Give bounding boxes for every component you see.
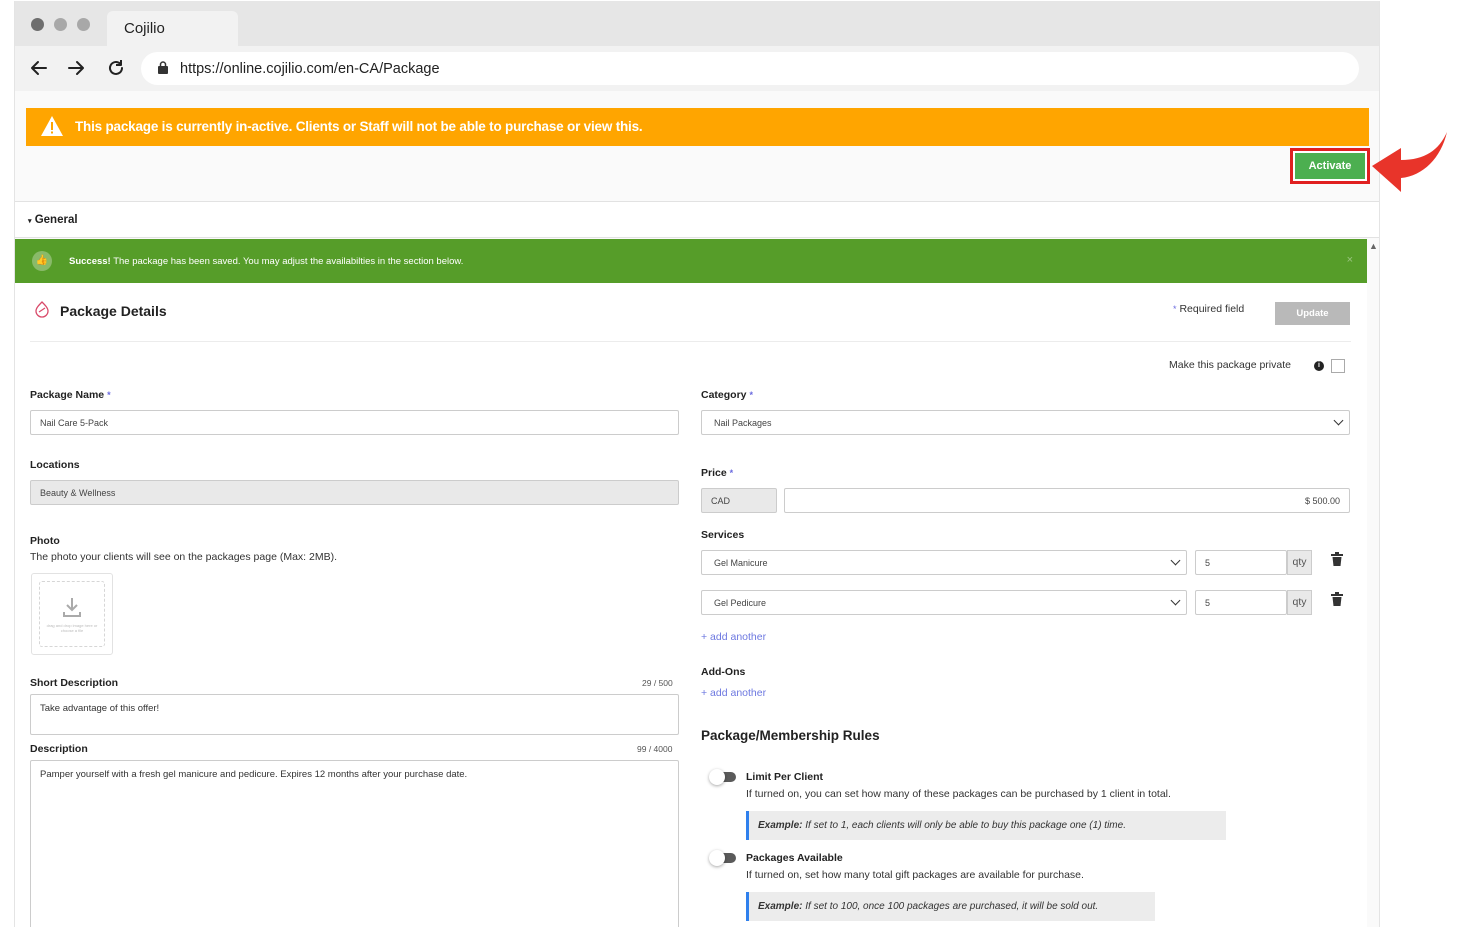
warning-icon bbox=[41, 116, 63, 136]
page-title: Package Details bbox=[60, 303, 167, 319]
back-arrow-icon[interactable] bbox=[30, 59, 48, 81]
package-name-input[interactable]: Nail Care 5-Pack bbox=[30, 410, 679, 435]
photo-drop-text: drag and drop image here or choose a fil… bbox=[46, 623, 98, 633]
success-strong: Success! bbox=[69, 256, 111, 267]
required-note-text: Required field bbox=[1179, 303, 1245, 315]
required-mark: * bbox=[749, 390, 753, 400]
title-bar: Cojilio bbox=[15, 1, 1379, 47]
category-label-text: Category bbox=[701, 389, 747, 401]
example-bold: Example: bbox=[758, 820, 803, 831]
success-alert: 👍 Success! The package has been saved. Y… bbox=[15, 239, 1367, 283]
photo-dropzone[interactable]: drag and drop image here or choose a fil… bbox=[39, 581, 105, 647]
thumbs-up-icon: 👍 bbox=[32, 251, 52, 271]
add-addon-link[interactable]: + add another bbox=[701, 687, 766, 699]
description-label: Description bbox=[30, 743, 88, 755]
description-textarea[interactable]: Pamper yourself with a fresh gel manicur… bbox=[30, 760, 679, 927]
inactive-warning-banner: This package is currently in-active. Cli… bbox=[26, 108, 1369, 146]
package-name-label: Package Name * bbox=[30, 389, 111, 401]
price-currency: CAD bbox=[701, 488, 777, 513]
category-value: Nail Packages bbox=[714, 418, 772, 428]
close-window-dot[interactable] bbox=[31, 18, 44, 31]
maximize-window-dot[interactable] bbox=[77, 18, 90, 31]
packages-available-description: If turned on, set how many total gift pa… bbox=[746, 869, 1084, 881]
packages-available-heading: Packages Available bbox=[746, 852, 843, 864]
success-text: The package has been saved. You may adju… bbox=[110, 256, 464, 267]
lock-icon bbox=[158, 61, 168, 74]
chevron-down-icon bbox=[1170, 595, 1181, 606]
scroll-up-arrow-icon[interactable]: ▲ bbox=[1369, 241, 1378, 251]
category-label: Category * bbox=[701, 389, 753, 401]
service-name: Gel Pedicure bbox=[714, 598, 767, 608]
short-description-textarea[interactable]: Take advantage of this offer! bbox=[30, 694, 679, 735]
collapse-caret-icon: ▾ bbox=[28, 218, 32, 225]
minimize-window-dot[interactable] bbox=[54, 18, 67, 31]
service-qty-input[interactable]: 5 bbox=[1195, 550, 1287, 575]
required-mark: * bbox=[1173, 304, 1177, 314]
success-message: Success! The package has been saved. You… bbox=[69, 256, 463, 267]
trash-icon[interactable] bbox=[1331, 592, 1343, 609]
forward-arrow-icon[interactable] bbox=[67, 59, 85, 81]
package-details-panel: Package Details * Required field Update … bbox=[15, 283, 1367, 927]
limit-per-client-example: Example: If set to 1, each clients will … bbox=[746, 811, 1226, 840]
red-pointer-arrow-icon bbox=[1372, 132, 1447, 192]
photo-upload-box[interactable]: drag and drop image here or choose a fil… bbox=[31, 573, 113, 655]
limit-per-client-description: If turned on, you can set how many of th… bbox=[746, 788, 1171, 800]
service-qty-input[interactable]: 5 bbox=[1195, 590, 1287, 615]
package-name-label-text: Package Name bbox=[30, 389, 105, 401]
limit-per-client-toggle[interactable] bbox=[709, 769, 736, 785]
required-mark: * bbox=[729, 468, 734, 478]
price-label: Price * bbox=[701, 467, 733, 479]
add-service-link[interactable]: + add another bbox=[701, 631, 766, 643]
photo-help-text: The photo your clients will see on the p… bbox=[30, 551, 337, 563]
service-select[interactable]: Gel Manicure bbox=[701, 550, 1187, 575]
chevron-down-icon bbox=[1170, 555, 1181, 566]
example-text: If set to 1, each clients will only be a… bbox=[802, 820, 1126, 831]
rules-title: Package/Membership Rules bbox=[701, 728, 880, 743]
short-description-counter: 29 / 500 bbox=[642, 678, 673, 688]
browser-window: Cojilio https://online.cojilio.com/en-CA… bbox=[14, 1, 1380, 927]
general-label: General bbox=[34, 214, 78, 226]
services-label: Services bbox=[701, 529, 745, 541]
limit-per-client-heading: Limit Per Client bbox=[746, 771, 824, 783]
upload-icon bbox=[63, 598, 81, 617]
update-button[interactable]: Update bbox=[1275, 302, 1350, 325]
info-icon[interactable]: i bbox=[1314, 361, 1324, 371]
browser-tab[interactable]: Cojilio bbox=[107, 11, 238, 47]
divider bbox=[30, 341, 1351, 342]
private-checkbox[interactable] bbox=[1331, 359, 1345, 373]
description-counter: 99 / 4000 bbox=[637, 744, 673, 754]
private-label: Make this package private bbox=[1169, 359, 1291, 371]
example-text: If set to 100, once 100 packages are pur… bbox=[802, 901, 1099, 912]
banner-text: This package is currently in-active. Cli… bbox=[75, 119, 643, 134]
url-text: https://online.cojilio.com/en-CA/Package bbox=[180, 61, 440, 77]
qty-addon: qty bbox=[1287, 550, 1312, 575]
required-mark: * bbox=[107, 390, 111, 400]
address-bar[interactable]: https://online.cojilio.com/en-CA/Package bbox=[141, 52, 1359, 85]
activate-button[interactable]: Activate bbox=[1295, 153, 1365, 179]
price-label-text: Price bbox=[701, 467, 727, 479]
general-section-toggle[interactable]: ▾ General bbox=[15, 201, 1379, 238]
reload-icon[interactable] bbox=[107, 59, 125, 81]
packages-available-example: Example: If set to 100, once 100 package… bbox=[746, 892, 1155, 921]
locations-label: Locations bbox=[30, 459, 80, 471]
example-bold: Example: bbox=[758, 901, 803, 912]
tab-title: Cojilio bbox=[124, 20, 165, 37]
trash-icon[interactable] bbox=[1331, 552, 1343, 569]
price-input[interactable]: $ 500.00 bbox=[784, 488, 1350, 513]
required-note: * Required field bbox=[1173, 303, 1244, 315]
addons-label: Add-Ons bbox=[701, 666, 746, 678]
packages-available-toggle[interactable] bbox=[709, 850, 736, 866]
chevron-down-icon bbox=[1333, 415, 1344, 426]
short-description-label: Short Description bbox=[30, 677, 119, 689]
tag-icon bbox=[35, 301, 49, 318]
locations-input[interactable]: Beauty & Wellness bbox=[30, 480, 679, 505]
nav-bar: https://online.cojilio.com/en-CA/Package bbox=[15, 46, 1379, 91]
category-select[interactable]: Nail Packages bbox=[701, 410, 1350, 435]
service-name: Gel Manicure bbox=[714, 558, 768, 568]
photo-label: Photo bbox=[30, 535, 60, 547]
close-alert-icon[interactable]: × bbox=[1347, 254, 1353, 266]
qty-addon: qty bbox=[1287, 590, 1312, 615]
service-select[interactable]: Gel Pedicure bbox=[701, 590, 1187, 615]
